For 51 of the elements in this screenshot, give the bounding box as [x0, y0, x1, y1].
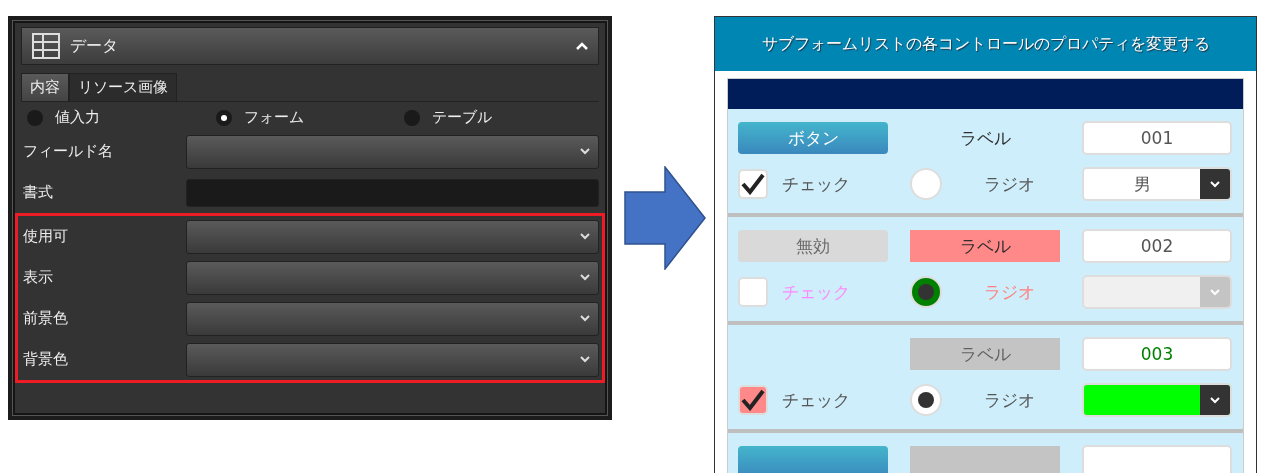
tab[interactable]: 内容	[21, 73, 69, 101]
chevron-down-icon	[580, 315, 590, 322]
label: ラベル	[910, 230, 1060, 262]
radio-label: フォーム	[243, 108, 304, 127]
radio-label: テーブル	[432, 108, 493, 127]
checkbox[interactable]	[738, 277, 768, 307]
radio-label: ラジオ	[984, 388, 1035, 412]
radio-button[interactable]	[910, 276, 942, 308]
chevron-down-icon	[1210, 180, 1220, 188]
section-header[interactable]: データ	[21, 27, 599, 65]
check-icon	[741, 173, 765, 195]
chevron-down-icon	[580, 148, 590, 155]
chevron-down-icon	[580, 274, 590, 281]
label: ラベル	[958, 126, 1012, 150]
text-field[interactable]: 002	[1082, 229, 1232, 263]
checkbox[interactable]	[738, 385, 768, 415]
radio-label: ラジオ	[984, 280, 1035, 304]
radio-button[interactable]	[910, 168, 942, 200]
field-label: フィールド名	[23, 142, 114, 161]
checkbox-label: チェック	[782, 388, 850, 412]
field-label: 書式	[23, 183, 54, 202]
field-label: 前景色	[23, 309, 69, 328]
radio-button[interactable]	[27, 109, 43, 126]
chevron-up-icon	[576, 42, 588, 50]
radio-label: 値入力	[55, 108, 100, 127]
page-title: サブフォームリストの各コントロールのプロパティを変更する	[715, 17, 1256, 71]
text-field[interactable]	[186, 178, 599, 207]
field-label: 背景色	[23, 350, 69, 369]
check-icon	[741, 389, 765, 411]
label: ラベル	[910, 338, 1060, 370]
checkbox-label: チェック	[782, 172, 850, 196]
radio-button[interactable]	[404, 109, 421, 126]
form-button[interactable]	[738, 446, 888, 473]
tab[interactable]: リソース画像	[69, 73, 177, 101]
field-label: 使用可	[23, 227, 69, 246]
radio-button[interactable]	[910, 384, 942, 416]
text-field[interactable]: 001	[1082, 121, 1232, 155]
radio-label: ラジオ	[984, 172, 1035, 196]
section-title: データ	[70, 35, 119, 57]
field-label: 表示	[23, 268, 54, 287]
right-arrow-icon	[624, 166, 706, 270]
table-icon	[32, 33, 60, 59]
radio-button[interactable]	[215, 109, 232, 126]
chevron-down-icon	[1210, 396, 1220, 404]
checkbox-label: チェック	[782, 280, 850, 304]
text-field[interactable]: 003	[1082, 337, 1232, 371]
checkbox[interactable]	[738, 169, 768, 199]
chevron-down-icon	[580, 356, 590, 363]
chevron-down-icon	[1210, 288, 1220, 296]
dropdown[interactable]: 男	[1082, 167, 1232, 201]
chevron-down-icon	[580, 233, 590, 240]
